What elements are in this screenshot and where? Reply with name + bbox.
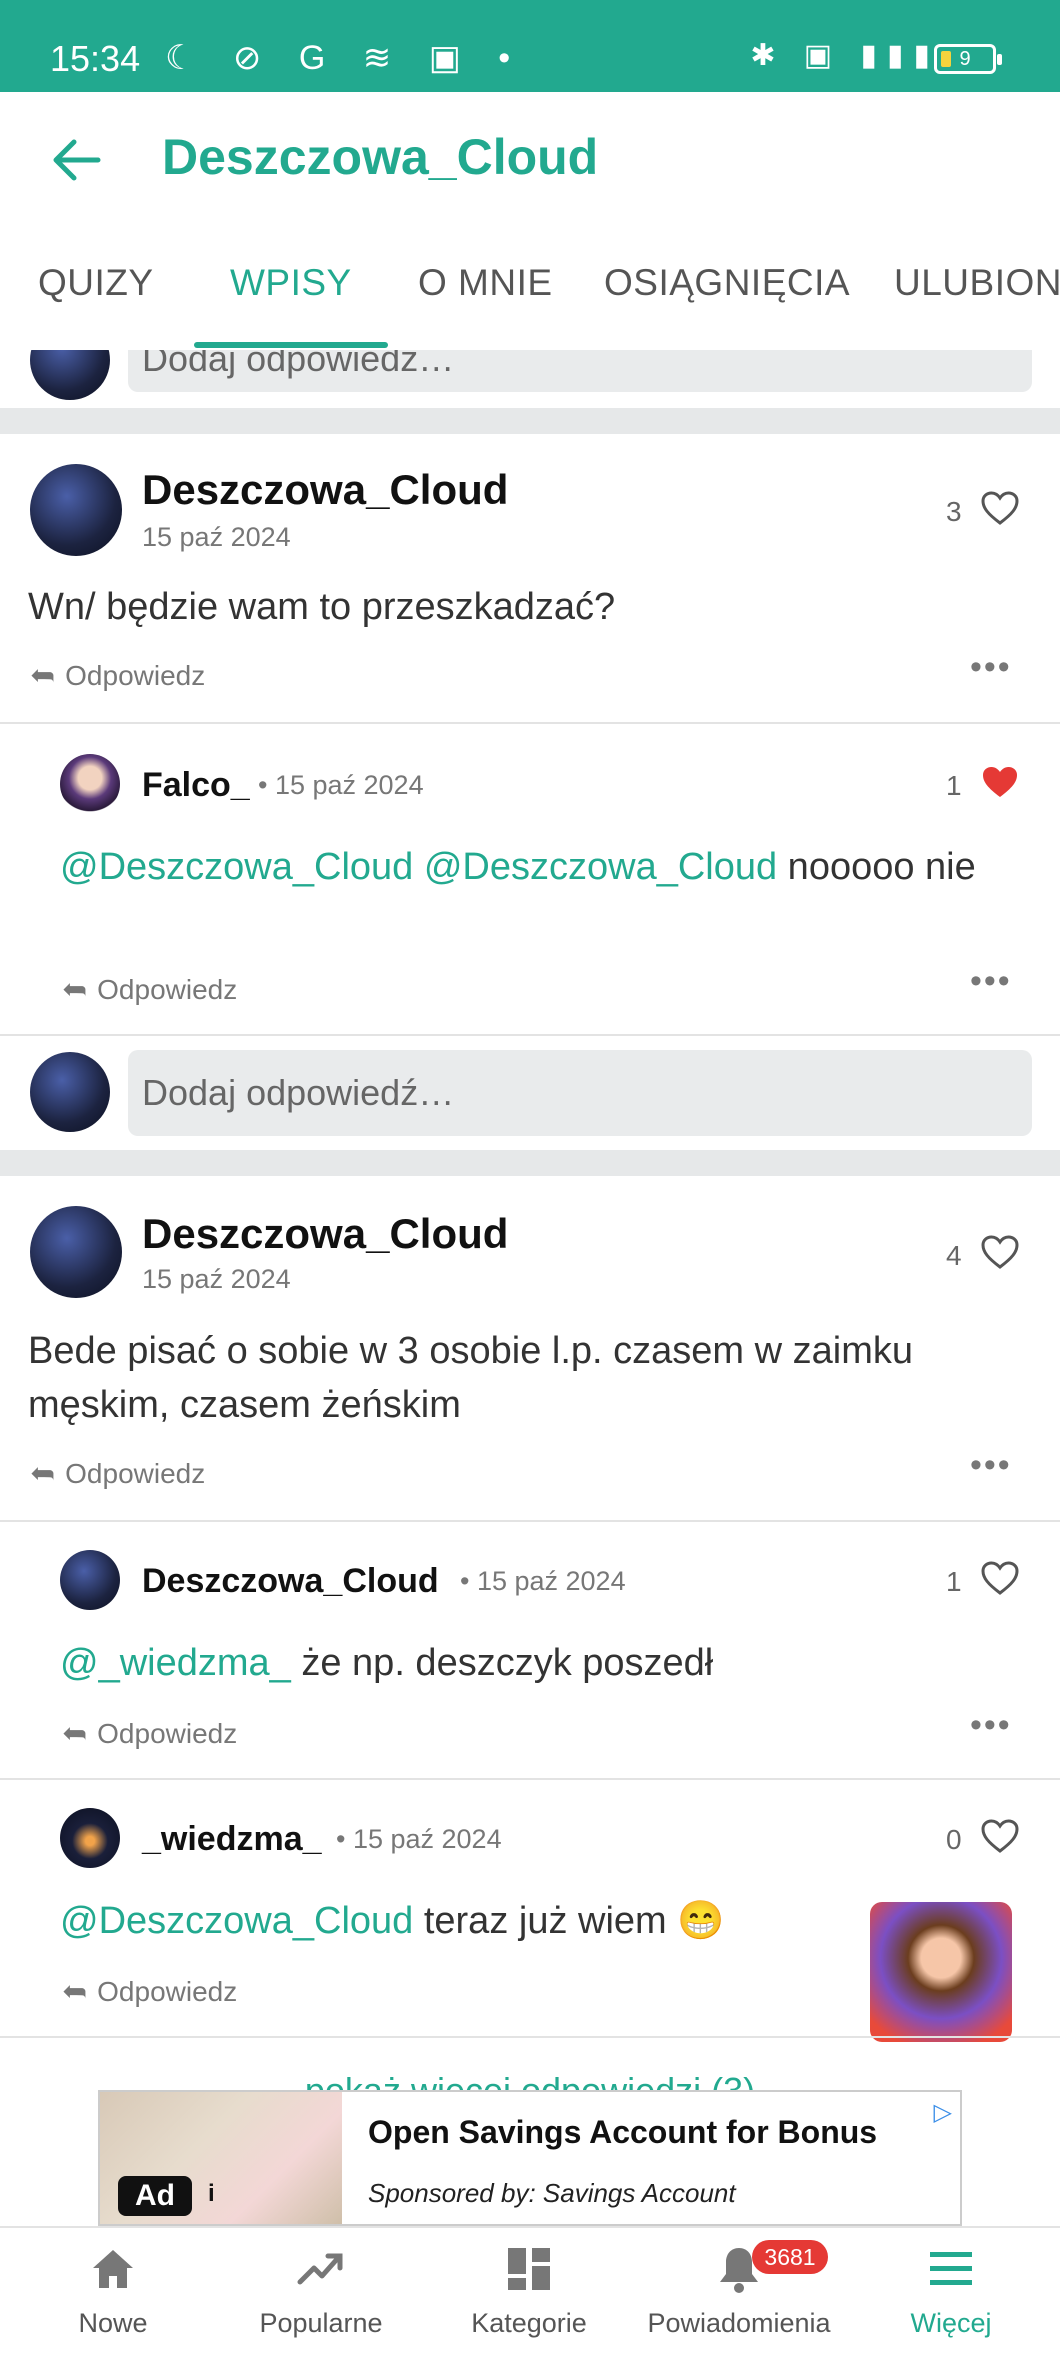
tab-o-mnie[interactable]: O MNIE: [418, 262, 553, 304]
bottom-navigation: Nowe Popularne Kategorie 3681 Powiadomie…: [0, 2226, 1060, 2355]
author-avatar[interactable]: [30, 1206, 122, 1298]
reply-date: • 15 paź 2024: [258, 770, 424, 800]
author-avatar[interactable]: [30, 464, 122, 556]
like-count: 1: [946, 1566, 962, 1597]
menu-icon: [930, 2252, 972, 2285]
ad-banner[interactable]: Ad i Open Savings Account for Bonus Spon…: [98, 2090, 962, 2226]
ad-info-icon[interactable]: i: [208, 2180, 215, 2208]
reply-author[interactable]: Deszczowa_Cloud: [142, 1562, 439, 1601]
reply-icon: ➦: [62, 1975, 88, 2008]
reply-text: @Deszczowa_Cloud @Deszczowa_Cloud nooooo…: [60, 846, 976, 888]
section-separator: [0, 408, 1060, 434]
like-count: 1: [946, 770, 962, 801]
more-options-icon[interactable]: •••: [970, 962, 1012, 1001]
reply-author-avatar[interactable]: [60, 1808, 120, 1868]
home-icon: [93, 2250, 133, 2288]
reply-button[interactable]: ➦ Odpowiedz: [30, 658, 205, 693]
divider: [0, 1034, 1060, 1036]
floating-avatar-sticker[interactable]: [870, 1902, 1012, 2042]
reply-date: • 15 paź 2024: [460, 1566, 626, 1596]
status-bar: 15:34 ☾ ⊘ G ≋ ▣ • ✱ ▣ ▮▮▮ 9: [0, 0, 1060, 92]
nav-popularne[interactable]: Popularne: [216, 2228, 416, 2355]
divider: [0, 2036, 1060, 2038]
ad-sponsor: Sponsored by: Savings Account: [368, 2178, 736, 2208]
more-options-icon[interactable]: •••: [970, 1706, 1012, 1745]
reply-icon: ➦: [62, 1717, 88, 1750]
nav-kategorie[interactable]: Kategorie: [424, 2228, 624, 2355]
nav-label: Nowe: [78, 2308, 148, 2338]
avatar: [30, 350, 110, 400]
nav-wiecej[interactable]: Więcej: [846, 2228, 1046, 2355]
post-text: Wn/ będzie wam to przeszkadzać?: [28, 586, 616, 628]
heart-icon[interactable]: [980, 1560, 1020, 1596]
trending-icon: [297, 2253, 343, 2285]
nav-label: Więcej: [910, 2308, 992, 2338]
reply-text: @_wiedzma_ że np. deszczyk poszedł: [60, 1642, 714, 1684]
mention-link[interactable]: @Deszczowa_Cloud: [60, 1900, 413, 1942]
heart-icon[interactable]: [980, 1818, 1020, 1854]
reply-input[interactable]: Dodaj odpowiedź…: [128, 350, 1032, 392]
reply-author-avatar[interactable]: [60, 1550, 120, 1610]
post-text: Bede pisać o sobie w 3 osobie l.p. czase…: [28, 1330, 913, 1426]
notification-badge: 3681: [752, 2240, 828, 2274]
reply-author-avatar[interactable]: [60, 754, 120, 814]
nav-nowe[interactable]: Nowe: [8, 2228, 208, 2355]
reply-button[interactable]: ➦ Odpowiedz: [62, 1974, 237, 2009]
tab-quizy[interactable]: QUIZY: [38, 262, 154, 304]
post-date: 15 paź 2024: [142, 522, 291, 552]
more-options-icon[interactable]: •••: [970, 1446, 1012, 1485]
page-title: Deszczowa_Cloud: [162, 129, 599, 185]
post-date: 15 paź 2024: [142, 1264, 291, 1294]
heart-icon[interactable]: [980, 490, 1020, 526]
heart-icon[interactable]: [980, 1234, 1020, 1270]
divider: [0, 1520, 1060, 1522]
like-count: 3: [946, 496, 962, 527]
reply-author[interactable]: _wiedzma_: [142, 1820, 322, 1859]
tab-ulubione[interactable]: ULUBION: [894, 262, 1060, 304]
profile-tabs: QUIZY WPISY O MNIE OSIĄGNIĘCIA ULUBION: [0, 232, 1060, 350]
nav-label: Popularne: [259, 2308, 383, 2338]
ad-badge: Ad: [118, 2176, 192, 2216]
nav-label: Kategorie: [471, 2308, 587, 2338]
status-time: 15:34: [50, 38, 141, 79]
reply-button[interactable]: ➦ Odpowiedz: [62, 972, 237, 1007]
mention-link[interactable]: @_wiedzma_: [60, 1642, 291, 1684]
like-count: 0: [946, 1824, 962, 1855]
battery-icon: 9: [934, 44, 1002, 74]
nav-powiadomienia[interactable]: 3681 Powiadomienia: [634, 2228, 834, 2355]
tab-osiagniecia[interactable]: OSIĄGNIĘCIA: [604, 262, 850, 304]
reply-date: • 15 paź 2024: [336, 1824, 502, 1854]
post-author[interactable]: Deszczowa_Cloud: [142, 1210, 508, 1258]
reply-button[interactable]: ➦ Odpowiedz: [30, 1456, 205, 1491]
tab-wpisy[interactable]: WPISY: [230, 262, 352, 304]
heart-filled-icon[interactable]: [980, 764, 1020, 800]
back-arrow-icon[interactable]: [48, 132, 104, 188]
reply-author[interactable]: Falco_: [142, 766, 250, 805]
posts-feed[interactable]: Dodaj odpowiedź… Deszczowa_Cloud 15 paź …: [0, 350, 1060, 2225]
reply-icon: ➦: [30, 1457, 56, 1490]
adchoices-icon[interactable]: ▷: [934, 2098, 952, 2127]
more-options-icon[interactable]: •••: [970, 648, 1012, 687]
section-separator: [0, 1150, 1060, 1176]
mention-link[interactable]: @Deszczowa_Cloud: [424, 846, 777, 888]
reply-text: @Deszczowa_Cloud teraz już wiem 😁: [60, 1900, 725, 1942]
nav-label: Powiadomienia: [647, 2308, 831, 2338]
categories-icon: [508, 2248, 550, 2290]
post-author[interactable]: Deszczowa_Cloud: [142, 466, 508, 514]
active-tab-indicator: [194, 342, 388, 348]
reply-icon: ➦: [30, 659, 56, 692]
app-header: Deszczowa_Cloud: [0, 92, 1060, 232]
reply-icon: ➦: [62, 973, 88, 1006]
ad-title[interactable]: Open Savings Account for Bonus: [368, 2114, 877, 2151]
divider: [0, 1778, 1060, 1780]
like-count: 4: [946, 1240, 962, 1271]
mention-link[interactable]: @Deszczowa_Cloud: [60, 846, 413, 888]
current-user-avatar: [30, 1052, 110, 1132]
divider: [0, 722, 1060, 724]
status-icons-right: ✱ ▣ ▮▮▮: [750, 39, 940, 72]
reply-input[interactable]: Dodaj odpowiedź…: [128, 1050, 1032, 1136]
reply-button[interactable]: ➦ Odpowiedz: [62, 1716, 237, 1751]
status-icons-left: ☾ ⊘ G ≋ ▣ •: [165, 39, 525, 77]
